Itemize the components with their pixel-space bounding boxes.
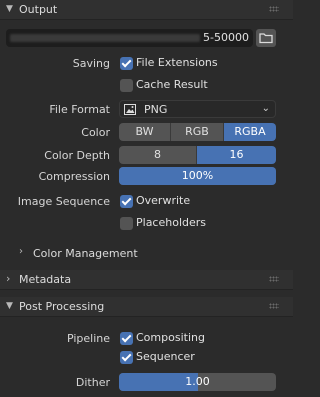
color-depth-selector[interactable]: 8 16 (119, 146, 276, 164)
compression-slider[interactable]: 100% (119, 167, 276, 185)
file-format-value: PNG (144, 103, 168, 116)
compression-value: 100% (181, 169, 214, 182)
chevron-down-icon: ▼ (6, 301, 13, 311)
drag-grip-icon[interactable] (269, 6, 279, 12)
dither-label: Dither (75, 376, 110, 389)
post-processing-panel-header[interactable]: ▼ Post Processing (0, 297, 293, 317)
file-extensions-checkbox[interactable] (120, 57, 133, 70)
folder-icon[interactable] (256, 29, 276, 47)
output-path-field[interactable]: 5-50000 (6, 29, 253, 47)
color-management-subpanel-header[interactable]: › Color Management (0, 243, 293, 263)
output-panel-title: Output (19, 3, 58, 16)
pipeline-label: Pipeline (66, 332, 110, 345)
color-option-bw[interactable]: BW (119, 123, 171, 141)
drag-grip-icon[interactable] (269, 276, 279, 282)
compositing-checkbox[interactable] (120, 332, 133, 345)
output-path-value: 5-50000 (203, 31, 249, 44)
sequencer-label: Sequencer (136, 350, 195, 363)
metadata-panel-title: Metadata (19, 273, 72, 286)
dither-value: 1.00 (185, 375, 210, 388)
color-label: Color (81, 126, 110, 139)
output-path-redacted (10, 34, 200, 42)
compression-label: Compression (38, 170, 110, 183)
cache-result-label: Cache Result (136, 78, 208, 91)
drag-grip-icon[interactable] (269, 303, 279, 309)
saving-label: Saving (72, 57, 110, 70)
compositing-label: Compositing (136, 331, 205, 344)
placeholders-label: Placeholders (136, 216, 207, 229)
chevron-right-icon: › (19, 246, 23, 257)
chevron-down-icon: ▼ (6, 4, 13, 14)
color-depth-option-16[interactable]: 16 (197, 146, 276, 164)
metadata-panel-header[interactable]: › Metadata (0, 270, 293, 290)
color-option-rgb[interactable]: RGB (171, 123, 224, 141)
sequencer-checkbox[interactable] (120, 351, 133, 364)
placeholders-checkbox[interactable] (120, 217, 133, 230)
color-depth-label: Color Depth (44, 149, 110, 162)
color-selector[interactable]: BW RGB RGBA (119, 123, 276, 141)
image-icon (124, 104, 136, 118)
image-sequence-label: Image Sequence (17, 195, 110, 208)
file-format-dropdown[interactable]: PNG ⌄ (119, 100, 276, 118)
post-processing-panel-title: Post Processing (19, 300, 105, 313)
file-extensions-label: File Extensions (136, 56, 218, 69)
output-panel-header[interactable]: ▼ Output (0, 0, 293, 20)
overwrite-label: Overwrite (136, 194, 191, 207)
color-management-label: Color Management (33, 247, 138, 260)
file-format-label: File Format (49, 103, 110, 116)
color-depth-option-8[interactable]: 8 (119, 146, 197, 164)
cache-result-checkbox[interactable] (120, 79, 133, 92)
dither-slider[interactable]: 1.00 (119, 373, 276, 391)
color-option-rgba[interactable]: RGBA (224, 123, 276, 141)
chevron-right-icon: › (6, 272, 11, 285)
chevron-down-icon: ⌄ (261, 103, 270, 114)
overwrite-checkbox[interactable] (120, 195, 133, 208)
